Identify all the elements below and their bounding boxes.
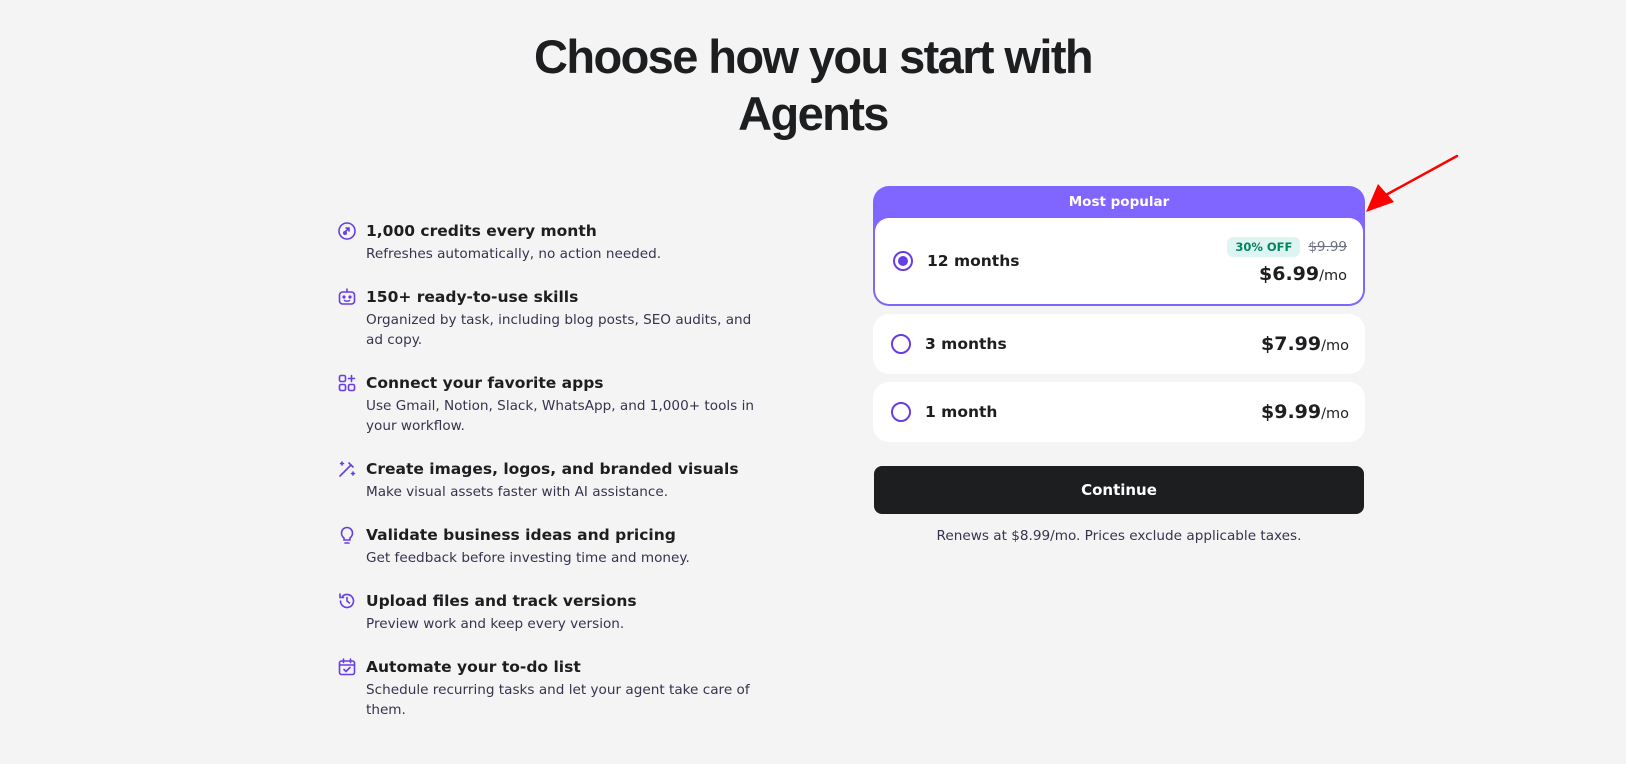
feature-title: Connect your favorite apps (366, 374, 604, 392)
renew-note: Renews at $8.99/mo. Prices exclude appli… (936, 528, 1302, 544)
history-icon (337, 591, 357, 611)
features-list: 1,000 credits every month Refreshes auto… (337, 220, 767, 742)
feature-title: Upload files and track versions (366, 592, 637, 610)
feature-title: Automate your to-do list (366, 658, 581, 676)
feature-item: Create images, logos, and branded visual… (337, 458, 767, 502)
feature-description: Schedule recurring tasks and let your ag… (366, 682, 750, 718)
price-unit: /mo (1321, 406, 1349, 422)
feature-description: Get feedback before investing time and m… (366, 550, 690, 566)
plan-selector: Most popular 12 months 30% OFF $9.99 $6.… (873, 186, 1365, 544)
feature-item: 150+ ready-to-use skills Organized by ta… (337, 286, 767, 350)
page-title-line-2: Agents (738, 87, 889, 140)
plan-name: 12 months (927, 252, 1020, 270)
plan-radio-12-months[interactable] (893, 251, 913, 271)
plan-name: 1 month (925, 403, 998, 421)
feature-title: 150+ ready-to-use skills (366, 288, 579, 306)
plan-radio-1-month[interactable] (891, 402, 911, 422)
feature-description: Refreshes automatically, no action neede… (366, 246, 662, 262)
plan-price: $7.99/mo (1261, 333, 1349, 355)
price-amount: $7.99 (1261, 333, 1322, 355)
plan-option-3-months[interactable]: 3 months $7.99/mo (873, 314, 1365, 374)
feature-description: Preview work and keep every version. (366, 616, 625, 632)
feature-description: Organized by task, including blog posts,… (366, 312, 752, 348)
page-title: Choose how you start with Agents (0, 28, 1626, 142)
continue-button[interactable]: Continue (874, 466, 1364, 514)
robot-icon (337, 287, 357, 307)
plan-price: $9.99/mo (1261, 401, 1349, 423)
lightbulb-icon (337, 525, 357, 545)
feature-title: Validate business ideas and pricing (366, 526, 676, 544)
old-price: $9.99 (1308, 239, 1347, 255)
feature-description: Make visual assets faster with AI assist… (366, 484, 669, 500)
annotation-arrow-icon (1366, 154, 1459, 212)
calendar-check-icon (337, 657, 357, 677)
plan-option-1-month[interactable]: 1 month $9.99/mo (873, 382, 1365, 442)
price-unit: /mo (1319, 268, 1347, 284)
feature-item: Upload files and track versions Preview … (337, 590, 767, 634)
feature-title: 1,000 credits every month (366, 222, 597, 240)
discount-badge: 30% OFF (1227, 237, 1301, 257)
credits-icon (337, 221, 357, 241)
plan-radio-3-months[interactable] (891, 334, 911, 354)
price-unit: /mo (1321, 338, 1349, 354)
feature-item: Connect your favorite apps Use Gmail, No… (337, 372, 767, 436)
price-amount: $6.99 (1259, 263, 1320, 285)
magic-wand-icon (337, 459, 357, 479)
plan-name: 3 months (925, 335, 1007, 353)
price-amount: $9.99 (1261, 401, 1322, 423)
feature-item: Validate business ideas and pricing Get … (337, 524, 767, 568)
feature-item: 1,000 credits every month Refreshes auto… (337, 220, 767, 264)
plan-option-12-months[interactable]: 12 months 30% OFF $9.99 $6.99/mo (875, 218, 1363, 304)
feature-title: Create images, logos, and branded visual… (366, 460, 739, 478)
page-title-line-1: Choose how you start with (534, 30, 1094, 83)
feature-description: Use Gmail, Notion, Slack, WhatsApp, and … (366, 398, 754, 434)
feature-item: Automate your to-do list Schedule recurr… (337, 656, 767, 720)
popular-plan-card: Most popular 12 months 30% OFF $9.99 $6.… (873, 186, 1365, 306)
most-popular-banner: Most popular (1068, 194, 1170, 210)
apps-grid-icon (337, 373, 357, 393)
plan-price: 30% OFF $9.99 $6.99/mo (1227, 237, 1347, 285)
